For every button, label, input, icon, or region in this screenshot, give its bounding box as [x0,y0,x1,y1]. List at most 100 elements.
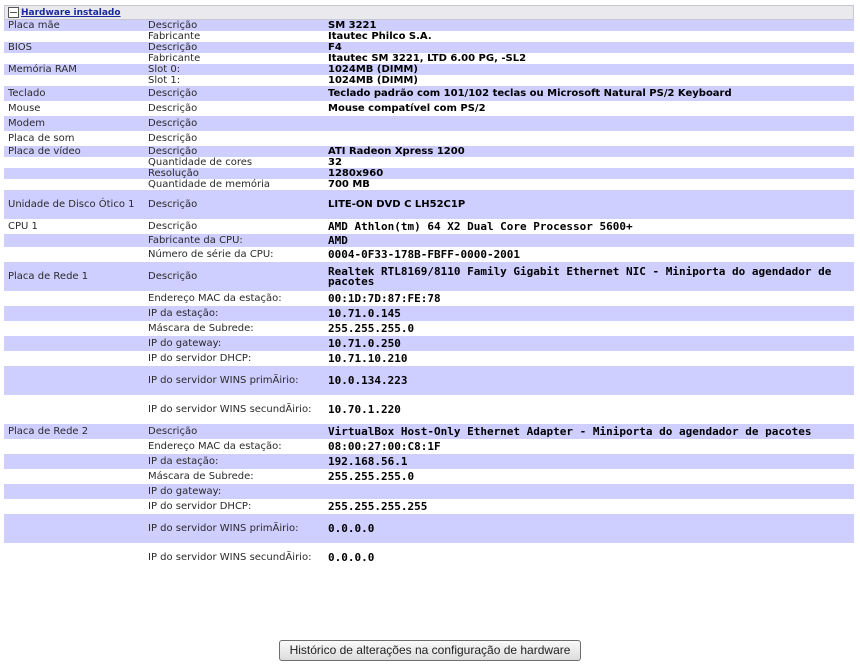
property-label: Descrição [144,262,324,291]
button-area: Histórico de alterações na configuração … [0,640,860,661]
property-label: Quantidade de cores [144,157,324,168]
device-label [4,306,144,321]
property-label: IP do servidor WINS secundÃirio: [144,543,324,572]
table-row: Quantidade de memória 700 MB [4,179,854,190]
device-label: Placa mãe [4,20,144,31]
table-row: IP do gateway: 10.71.0.250 [4,336,854,351]
table-row: Placa de vídeo Descrição ATI Radeon Xpress… [4,146,854,157]
property-label: Descrição [144,219,324,234]
device-label [4,321,144,336]
property-value: 1024MB (DIMM) [324,64,854,75]
property-value: SM 3221 [324,20,854,31]
device-label [4,291,144,306]
table-row: IP do servidor WINS primÃirio: 0.0.0.0 [4,514,854,543]
collapse-icon[interactable] [8,7,19,18]
property-label: Endereço MAC da estação: [144,291,324,306]
device-label [4,366,144,395]
property-value: AMD Athlon(tm) 64 X2 Dual Core Processor… [324,219,854,234]
table-row: Slot 1: 1024MB (DIMM) [4,75,854,86]
device-label: Placa de Rede 2 [4,424,144,439]
hardware-history-button[interactable]: Histórico de alterações na configuração … [278,640,582,661]
device-label: Placa de vídeo [4,146,144,157]
table-row: Fabricante Itautec Philco S.A. [4,31,854,42]
property-value: 00:1D:7D:87:FE:78 [324,291,854,306]
table-row: IP do servidor WINS primÃirio: 10.0.134.2… [4,366,854,395]
table-row: IP do servidor DHCP: 10.71.10.210 [4,351,854,366]
property-label: IP da estação: [144,454,324,469]
property-label: IP do servidor WINS primÃirio: [144,366,324,395]
property-label: Descrição [144,116,324,131]
property-label: IP do servidor DHCP: [144,499,324,514]
property-value: AMD [324,234,854,247]
device-label [4,543,144,572]
device-label [4,395,144,424]
table-row: Quantidade de cores 32 [4,157,854,168]
device-label: Teclado [4,86,144,101]
device-label: Placa de Rede 1 [4,262,144,291]
table-row: CPU 1 Descrição AMD Athlon(tm) 64 X2 Dual … [4,219,854,234]
property-label: IP do servidor WINS primÃirio: [144,514,324,543]
property-value: 1280x960 [324,168,854,179]
property-label: Fabricante da CPU: [144,234,324,247]
property-label: Quantidade de memória [144,179,324,190]
property-label: Descrição [144,424,324,439]
property-value: 10.0.134.223 [324,366,854,395]
property-value: 0.0.0.0 [324,514,854,543]
property-value: 255.255.255.0 [324,469,854,484]
property-label: Resolução [144,168,324,179]
property-label: Descrição [144,101,324,116]
device-label: CPU 1 [4,219,144,234]
table-row: Placa de Rede 1 Descrição Realtek RTL8169/… [4,262,854,291]
table-row: IP da estação: 192.168.56.1 [4,454,854,469]
property-label: Endereço MAC da estação: [144,439,324,454]
property-value: 192.168.56.1 [324,454,854,469]
table-row: Endereço MAC da estação: 08:00:27:00:C8:1… [4,439,854,454]
device-label [4,469,144,484]
property-label: IP do servidor DHCP: [144,351,324,366]
property-label: Descrição [144,146,324,157]
property-label: IP da estação: [144,306,324,321]
table-row: Número de série da CPU: 0004-0F33-178B-FB… [4,247,854,262]
table-row: Fabricante da CPU: AMD [4,234,854,247]
table-row: Resolução 1280x960 [4,168,854,179]
table-row: Unidade de Disco Ótico 1 Descrição LITE-ON… [4,190,854,219]
property-value: 32 [324,157,854,168]
table-row: Placa de som Descrição [4,131,854,146]
property-value [324,484,854,499]
table-row: Teclado Descrição Teclado padrão com 101/1… [4,86,854,101]
property-label: Máscara de Subrede: [144,321,324,336]
device-label [4,514,144,543]
property-value: ATI Radeon Xpress 1200 [324,146,854,157]
property-label: Descrição [144,20,324,31]
table-row: IP da estação: 10.71.0.145 [4,306,854,321]
device-label [4,75,144,86]
device-label [4,454,144,469]
property-label: Descrição [144,131,324,146]
device-label [4,247,144,262]
property-label: Slot 0: [144,64,324,75]
table-row: IP do servidor WINS secundÃirio: 0.0.0.0 [4,543,854,572]
property-label: Descrição [144,86,324,101]
property-value: 1024MB (DIMM) [324,75,854,86]
property-value: 10.71.10.210 [324,351,854,366]
device-label [4,31,144,42]
section-title[interactable]: Hardware instalado [21,8,121,18]
table-row: Fabricante Itautec SM 3221, LTD 6.00 PG, … [4,53,854,64]
device-label: BIOS [4,42,144,53]
table-row: Endereço MAC da estação: 00:1D:7D:87:FE:7… [4,291,854,306]
device-label [4,53,144,64]
device-label [4,484,144,499]
device-label: Mouse [4,101,144,116]
section-header[interactable]: Hardware instalado [4,5,854,20]
table-row: Máscara de Subrede: 255.255.255.0 [4,321,854,336]
table-row: Mouse Descrição Mouse compatível com PS/2 [4,101,854,116]
property-value: 255.255.255.255 [324,499,854,514]
device-label: Memória RAM [4,64,144,75]
property-value: 10.71.0.250 [324,336,854,351]
device-label [4,336,144,351]
device-label [4,351,144,366]
property-value: Itautec Philco S.A. [324,31,854,42]
table-row: Placa mãe Descrição SM 3221 [4,20,854,31]
property-value: VirtualBox Host-Only Ethernet Adapter - … [324,424,854,439]
property-value [324,131,854,146]
